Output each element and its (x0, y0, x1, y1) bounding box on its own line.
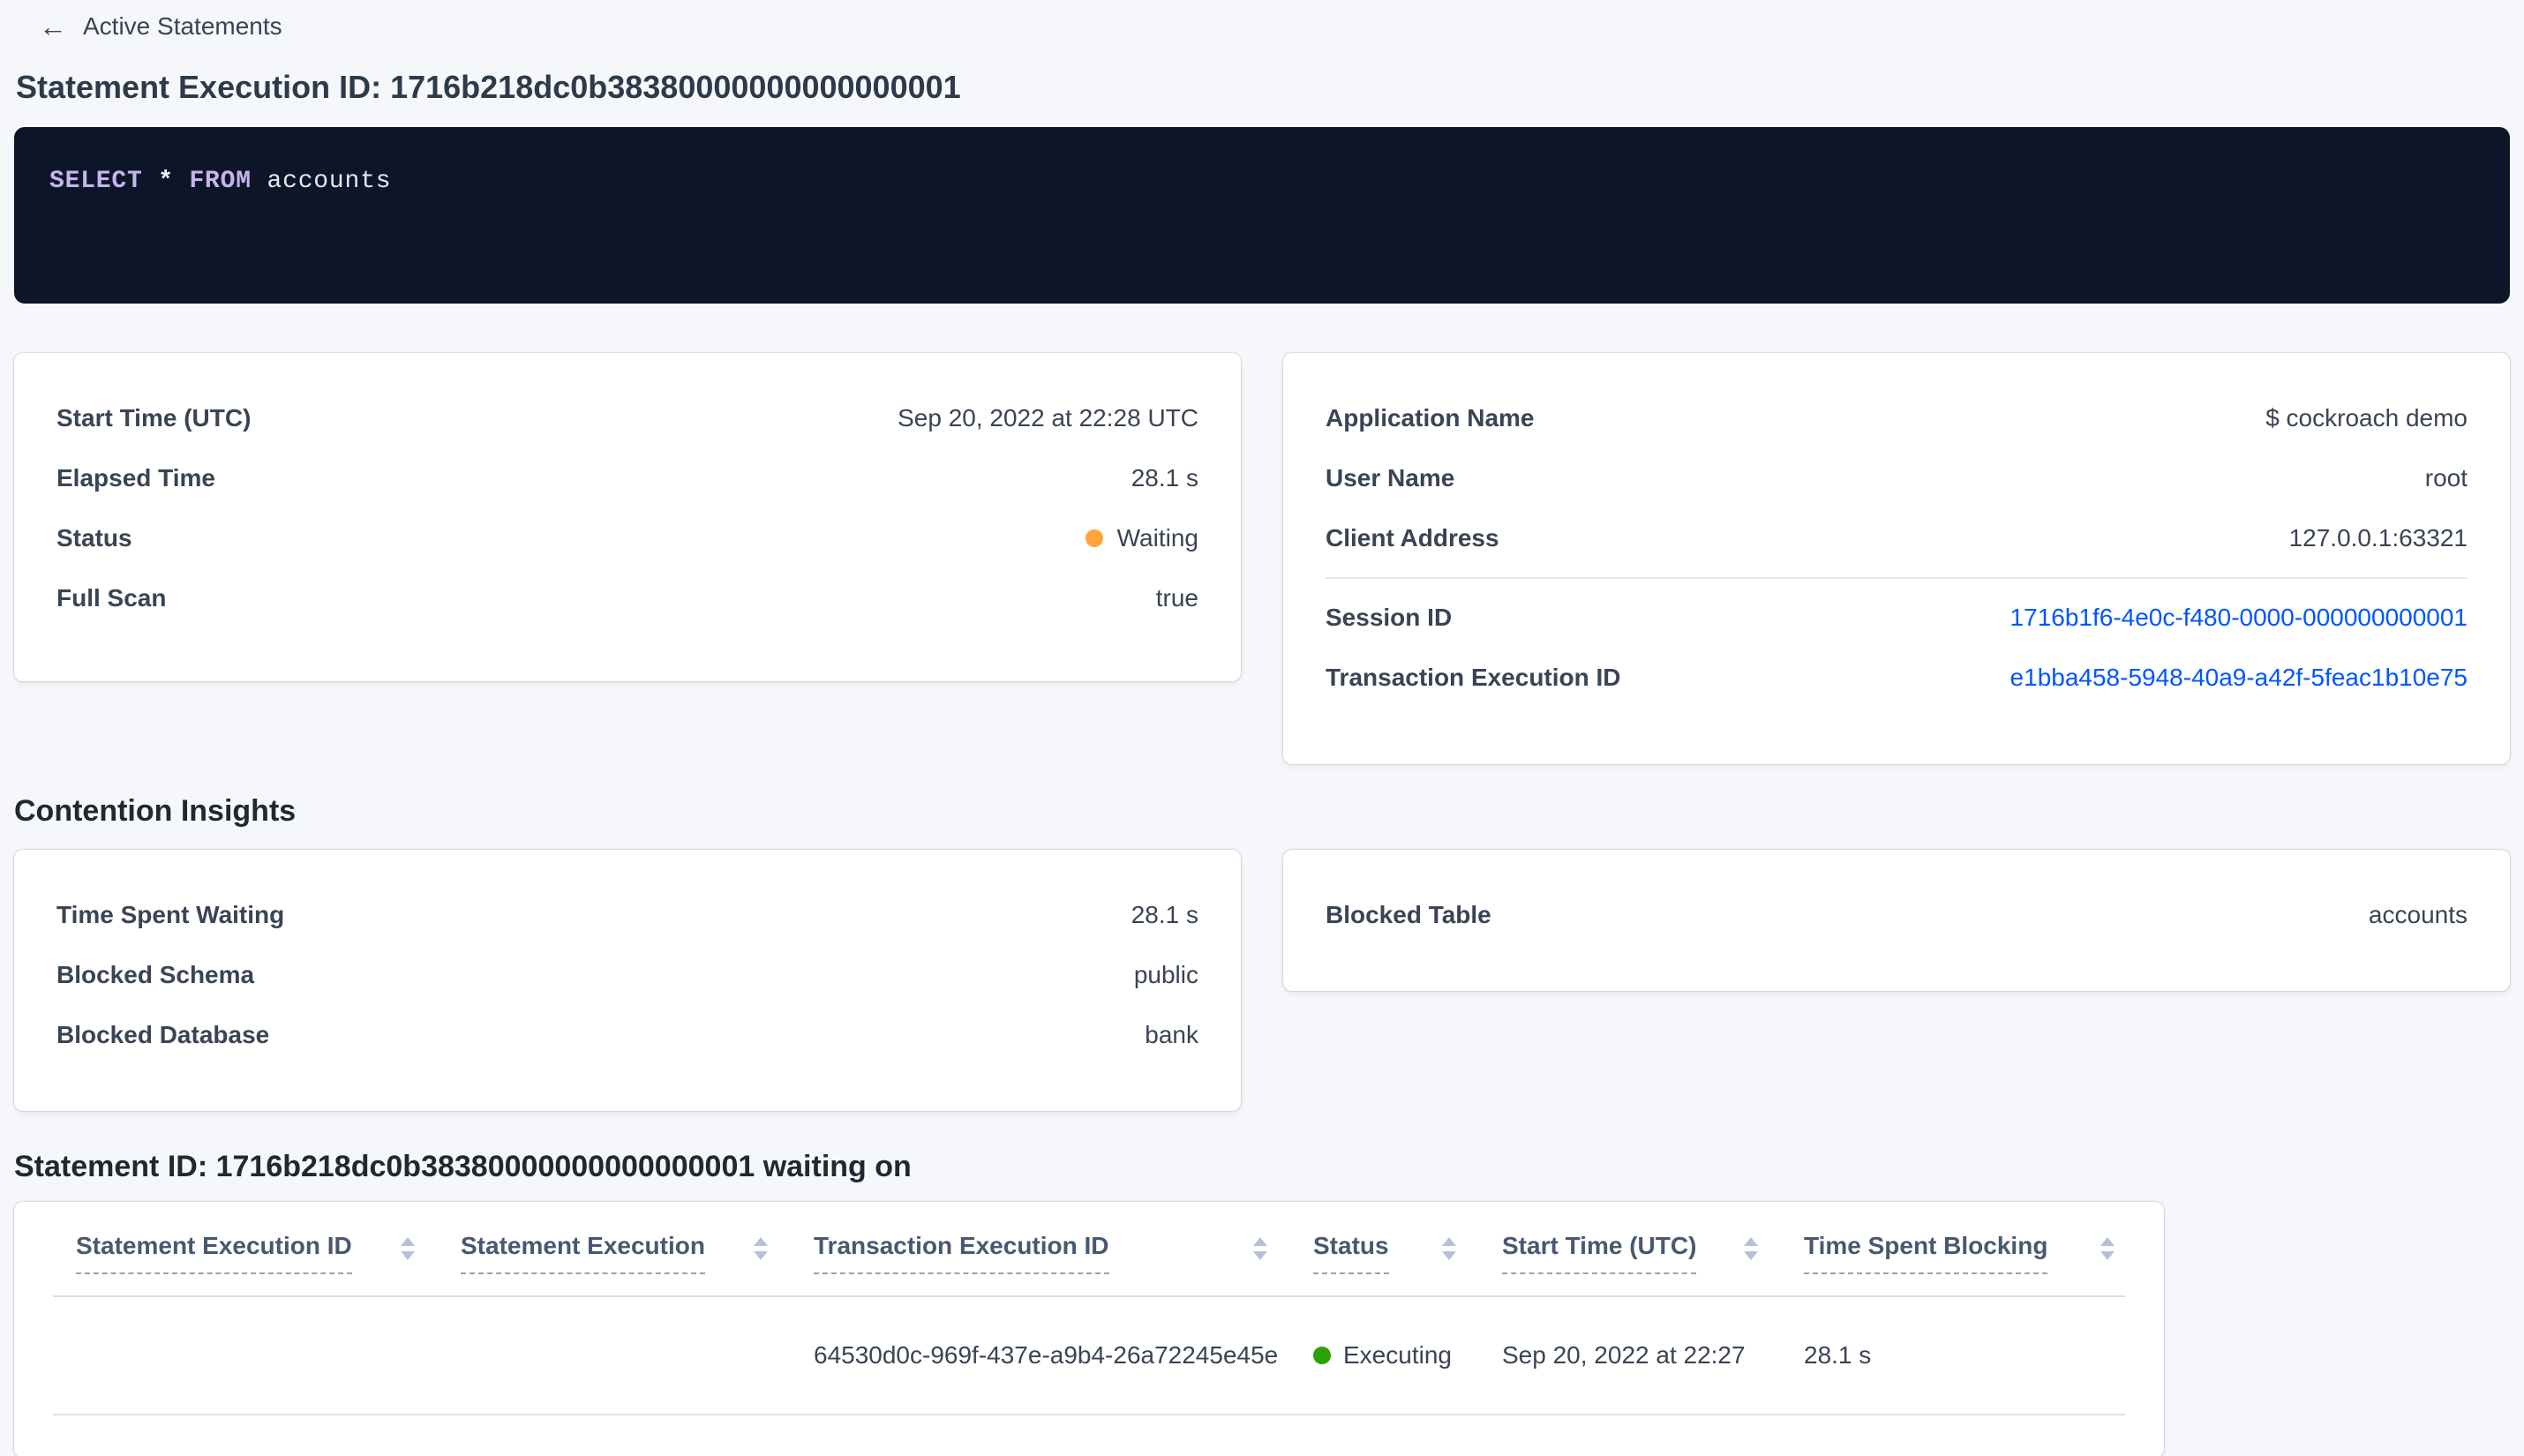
full-scan-label: Full Scan (56, 584, 167, 612)
elapsed-time-row: Elapsed Time 28.1 s (56, 448, 1198, 508)
sort-icon (2100, 1237, 2115, 1260)
column-header-statement-execution-id[interactable]: Statement Execution ID (76, 1232, 461, 1274)
arrow-left-icon: ← (39, 11, 67, 42)
blocked-table-label: Blocked Table (1326, 901, 1491, 928)
blocked-database-row: Blocked Database bank (56, 1005, 1198, 1065)
blocked-schema-value: public (1133, 961, 1198, 988)
statement-execution-page: ← Active Statements Statement Execution … (0, 0, 2524, 1456)
full-scan-value: true (1155, 584, 1198, 612)
table-header-row: Statement Execution ID Statement Executi… (53, 1202, 2125, 1274)
status-label: Status (56, 524, 132, 552)
cell-status: Executing (1313, 1341, 1502, 1370)
start-time-value: Sep 20, 2022 at 22:28 UTC (898, 404, 1198, 432)
sort-icon (754, 1237, 768, 1260)
page-title: Statement Execution ID: 1716b218dc0b3838… (16, 69, 961, 105)
column-header-label: Time Spent Blocking (1804, 1232, 2048, 1274)
blocked-table-value: accounts (2368, 901, 2468, 928)
table-row-divider (53, 1414, 2125, 1415)
sql-keyword-select: SELECT (49, 168, 143, 195)
cell-transaction-execution-id: 64530d0c-969f-437e-a9b4-26a72245e45e (814, 1341, 1279, 1369)
back-to-active-statements-link[interactable]: ← Active Statements (39, 12, 282, 41)
status-value: Waiting (1116, 524, 1198, 552)
waiting-status-dot-icon (1085, 529, 1103, 547)
full-scan-row: Full Scan true (56, 568, 1198, 628)
status-text: Executing (1343, 1341, 1452, 1369)
execution-details-card: Start Time (UTC) Sep 20, 2022 at 22:28 U… (14, 353, 1241, 681)
column-header-statement-execution[interactable]: Statement Execution (461, 1232, 814, 1274)
time-spent-waiting-row: Time Spent Waiting 28.1 s (56, 885, 1198, 945)
executing-status-dot-icon (1313, 1347, 1331, 1364)
elapsed-time-label: Elapsed Time (56, 464, 216, 492)
user-name-row: User Name root (1326, 448, 2468, 508)
card-divider (1326, 577, 2468, 579)
sort-icon (1442, 1237, 1456, 1260)
session-id-label: Session ID (1326, 604, 1453, 631)
start-time-row: Start Time (UTC) Sep 20, 2022 at 22:28 U… (56, 388, 1198, 448)
contention-insights-heading: Contention Insights (14, 794, 297, 828)
transaction-execution-id-link[interactable]: e1bba458-5948-40a9-a42f-5feac1b10e75 (2010, 664, 2468, 692)
sort-icon (401, 1237, 415, 1260)
column-header-label: Transaction Execution ID (814, 1232, 1109, 1274)
sql-keyword-from: FROM (189, 168, 252, 195)
column-header-label: Statement Execution ID (76, 1232, 352, 1274)
blocked-table-card: Blocked Table accounts (1283, 850, 2510, 991)
column-header-transaction-execution-id[interactable]: Transaction Execution ID (814, 1232, 1313, 1274)
elapsed-time-value: 28.1 s (1131, 464, 1198, 492)
application-name-value: $ cockroach demo (2265, 404, 2468, 432)
column-header-status[interactable]: Status (1313, 1232, 1502, 1274)
transaction-execution-id-row: Transaction Execution ID e1bba458-5948-4… (1326, 648, 2468, 708)
cell-start-time: Sep 20, 2022 at 22:27 (1502, 1341, 1746, 1369)
client-address-value: 127.0.0.1:63321 (2288, 524, 2468, 552)
blocked-database-label: Blocked Database (56, 1021, 270, 1048)
column-header-label: Start Time (UTC) (1502, 1232, 1697, 1274)
blocked-database-value: bank (1145, 1021, 1198, 1048)
column-header-label: Statement Execution (461, 1232, 705, 1274)
column-header-time-spent-blocking[interactable]: Time Spent Blocking (1804, 1232, 2125, 1274)
time-spent-waiting-value: 28.1 s (1131, 901, 1198, 928)
client-address-row: Client Address 127.0.0.1:63321 (1326, 508, 2468, 568)
start-time-label: Start Time (UTC) (56, 404, 252, 432)
waiting-on-heading: Statement ID: 1716b218dc0b38380000000000… (14, 1150, 912, 1183)
application-name-row: Application Name $ cockroach demo (1326, 388, 2468, 448)
sort-icon (1744, 1237, 1758, 1260)
back-link-label: Active Statements (83, 12, 282, 40)
waiting-on-table: Statement Execution ID Statement Executi… (14, 1202, 2164, 1456)
session-id-link[interactable]: 1716b1f6-4e0c-f480-0000-000000000001 (2010, 604, 2468, 632)
column-header-start-time[interactable]: Start Time (UTC) (1502, 1232, 1804, 1274)
column-header-label: Status (1313, 1232, 1389, 1274)
user-name-value: root (2424, 464, 2468, 492)
sql-star: * (158, 168, 174, 195)
session-details-card: Application Name $ cockroach demo User N… (1283, 353, 2510, 764)
table-row: 64530d0c-969f-437e-a9b4-26a72245e45e Exe… (53, 1297, 2125, 1414)
status-row: Status Waiting (56, 508, 1198, 568)
blocked-schema-label: Blocked Schema (56, 961, 255, 988)
cell-time-spent-blocking: 28.1 s (1804, 1341, 1872, 1369)
breadcrumb: ← Active Statements (39, 11, 2510, 42)
sql-table-identifier: accounts (267, 168, 392, 195)
user-name-label: User Name (1326, 464, 1455, 492)
application-name-label: Application Name (1326, 404, 1535, 432)
sql-statement-box: SELECT * FROM accounts (14, 127, 2510, 304)
blocked-schema-row: Blocked Schema public (56, 945, 1198, 1005)
client-address-label: Client Address (1326, 524, 1499, 552)
blocked-table-row: Blocked Table accounts (1326, 885, 2468, 945)
contention-details-card: Time Spent Waiting 28.1 s Blocked Schema… (14, 850, 1241, 1111)
sort-icon (1253, 1237, 1267, 1260)
transaction-execution-id-label: Transaction Execution ID (1326, 664, 1621, 691)
session-id-row: Session ID 1716b1f6-4e0c-f480-0000-00000… (1326, 588, 2468, 648)
time-spent-waiting-label: Time Spent Waiting (56, 901, 285, 928)
